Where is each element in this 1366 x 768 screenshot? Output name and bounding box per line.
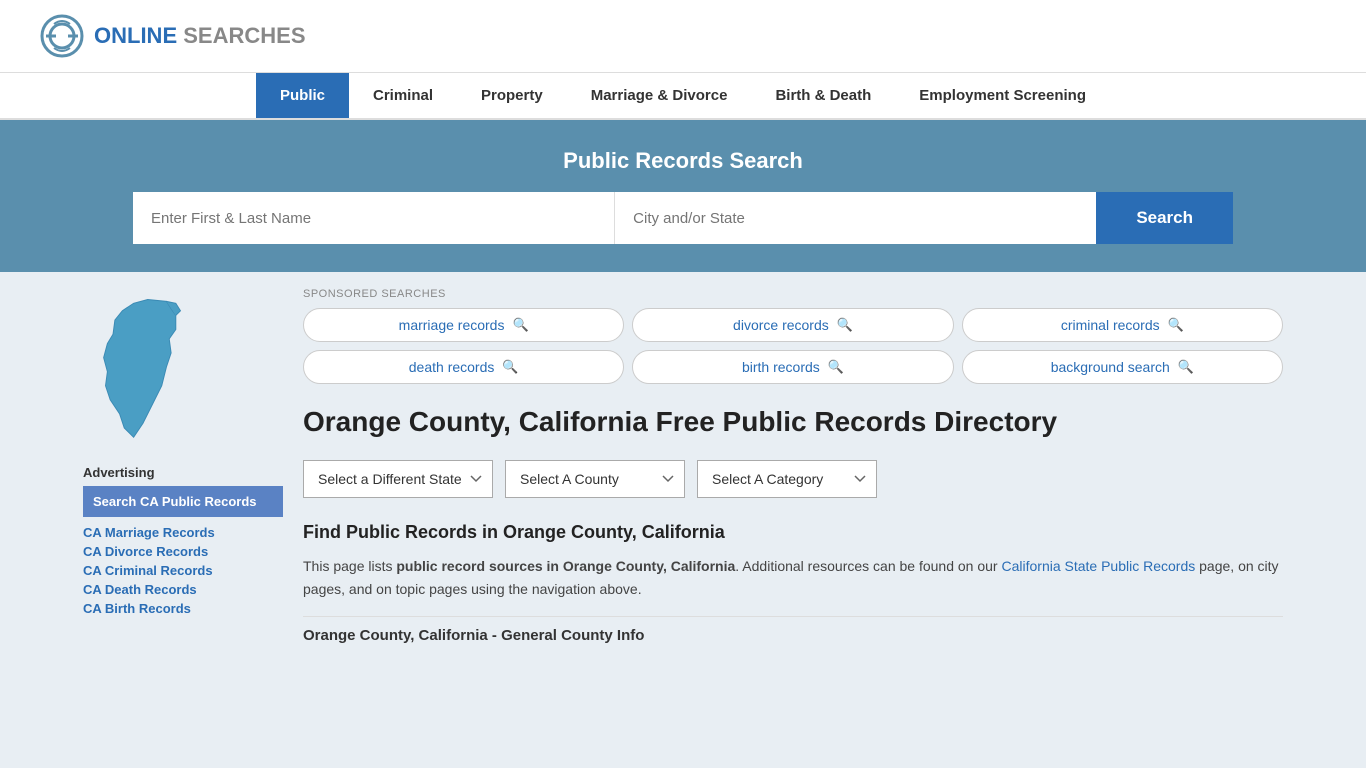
sidebar-link-death[interactable]: CA Death Records bbox=[83, 582, 283, 597]
logo-text: ONLINE SEARCHES bbox=[94, 23, 306, 49]
sidebar-link-divorce[interactable]: CA Divorce Records bbox=[83, 544, 283, 559]
dropdowns-row: Select a Different State Select A County… bbox=[303, 460, 1283, 498]
main-nav: Public Criminal Property Marriage & Divo… bbox=[0, 73, 1366, 120]
find-records-text: This page lists public record sources in… bbox=[303, 555, 1283, 600]
logo-icon bbox=[40, 14, 84, 58]
california-map-icon bbox=[83, 292, 203, 442]
category-dropdown[interactable]: Select A Category bbox=[697, 460, 877, 498]
sponsored-divorce-label: divorce records bbox=[733, 317, 829, 333]
sidebar-links: CA Marriage Records CA Divorce Records C… bbox=[83, 525, 283, 616]
page-title: Orange County, California Free Public Re… bbox=[303, 404, 1283, 440]
logo: ONLINE SEARCHES bbox=[40, 14, 306, 58]
main-wrapper: Advertising Search CA Public Records CA … bbox=[63, 272, 1303, 660]
nav-public[interactable]: Public bbox=[256, 73, 349, 118]
sponsored-criminal-label: criminal records bbox=[1061, 317, 1160, 333]
nav-property[interactable]: Property bbox=[457, 73, 567, 118]
nav-marriage-divorce[interactable]: Marriage & Divorce bbox=[567, 73, 752, 118]
header: ONLINE SEARCHES bbox=[0, 0, 1366, 73]
sponsored-birth-label: birth records bbox=[742, 359, 820, 375]
state-map bbox=[83, 292, 283, 445]
sponsored-death-label: death records bbox=[409, 359, 495, 375]
nav-employment-screening[interactable]: Employment Screening bbox=[895, 73, 1110, 118]
state-dropdown[interactable]: Select a Different State bbox=[303, 460, 493, 498]
sponsored-marriage-records[interactable]: marriage records 🔍 bbox=[303, 308, 624, 342]
search-icon-2: 🔍 bbox=[837, 317, 853, 333]
find-records-title: Find Public Records in Orange County, Ca… bbox=[303, 522, 1283, 543]
hero-section: Public Records Search Search bbox=[0, 120, 1366, 272]
sponsored-background-label: background search bbox=[1051, 359, 1170, 375]
sponsored-death-records[interactable]: death records 🔍 bbox=[303, 350, 624, 384]
find-text-1: This page lists bbox=[303, 558, 396, 574]
sidebar-link-birth[interactable]: CA Birth Records bbox=[83, 601, 283, 616]
sidebar-ad-label: Advertising bbox=[83, 465, 283, 480]
location-input[interactable] bbox=[615, 192, 1096, 244]
general-info-section: Orange County, California - General Coun… bbox=[303, 616, 1283, 644]
general-info-title: Orange County, California - General Coun… bbox=[303, 627, 1283, 644]
sidebar-link-marriage[interactable]: CA Marriage Records bbox=[83, 525, 283, 540]
sponsored-label: SPONSORED SEARCHES bbox=[303, 288, 1283, 300]
search-icon-4: 🔍 bbox=[502, 359, 518, 375]
search-button[interactable]: Search bbox=[1096, 192, 1233, 244]
nav-criminal[interactable]: Criminal bbox=[349, 73, 457, 118]
sidebar: Advertising Search CA Public Records CA … bbox=[83, 272, 283, 660]
search-bar: Search bbox=[133, 192, 1233, 244]
search-icon-5: 🔍 bbox=[828, 359, 844, 375]
sponsored-birth-records[interactable]: birth records 🔍 bbox=[632, 350, 953, 384]
search-icon-6: 🔍 bbox=[1178, 359, 1194, 375]
search-icon-3: 🔍 bbox=[1168, 317, 1184, 333]
logo-searches: SEARCHES bbox=[183, 23, 305, 48]
find-text-2: . Additional resources can be found on o… bbox=[735, 558, 1001, 574]
logo-online: ONLINE bbox=[94, 23, 177, 48]
main-content: SPONSORED SEARCHES marriage records 🔍 di… bbox=[283, 272, 1283, 660]
sponsored-marriage-label: marriage records bbox=[399, 317, 505, 333]
name-input[interactable] bbox=[133, 192, 615, 244]
sidebar-link-criminal[interactable]: CA Criminal Records bbox=[83, 563, 283, 578]
find-text-bold: public record sources in Orange County, … bbox=[396, 558, 735, 574]
search-icon-1: 🔍 bbox=[512, 317, 528, 333]
sponsored-grid: marriage records 🔍 divorce records 🔍 cri… bbox=[303, 308, 1283, 384]
sponsored-background-search[interactable]: background search 🔍 bbox=[962, 350, 1283, 384]
sidebar-ad-box[interactable]: Search CA Public Records bbox=[83, 486, 283, 517]
county-dropdown[interactable]: Select A County bbox=[505, 460, 685, 498]
sponsored-criminal-records[interactable]: criminal records 🔍 bbox=[962, 308, 1283, 342]
hero-title: Public Records Search bbox=[40, 148, 1326, 174]
california-records-link[interactable]: California State Public Records bbox=[1001, 558, 1195, 574]
sponsored-divorce-records[interactable]: divorce records 🔍 bbox=[632, 308, 953, 342]
nav-birth-death[interactable]: Birth & Death bbox=[751, 73, 895, 118]
